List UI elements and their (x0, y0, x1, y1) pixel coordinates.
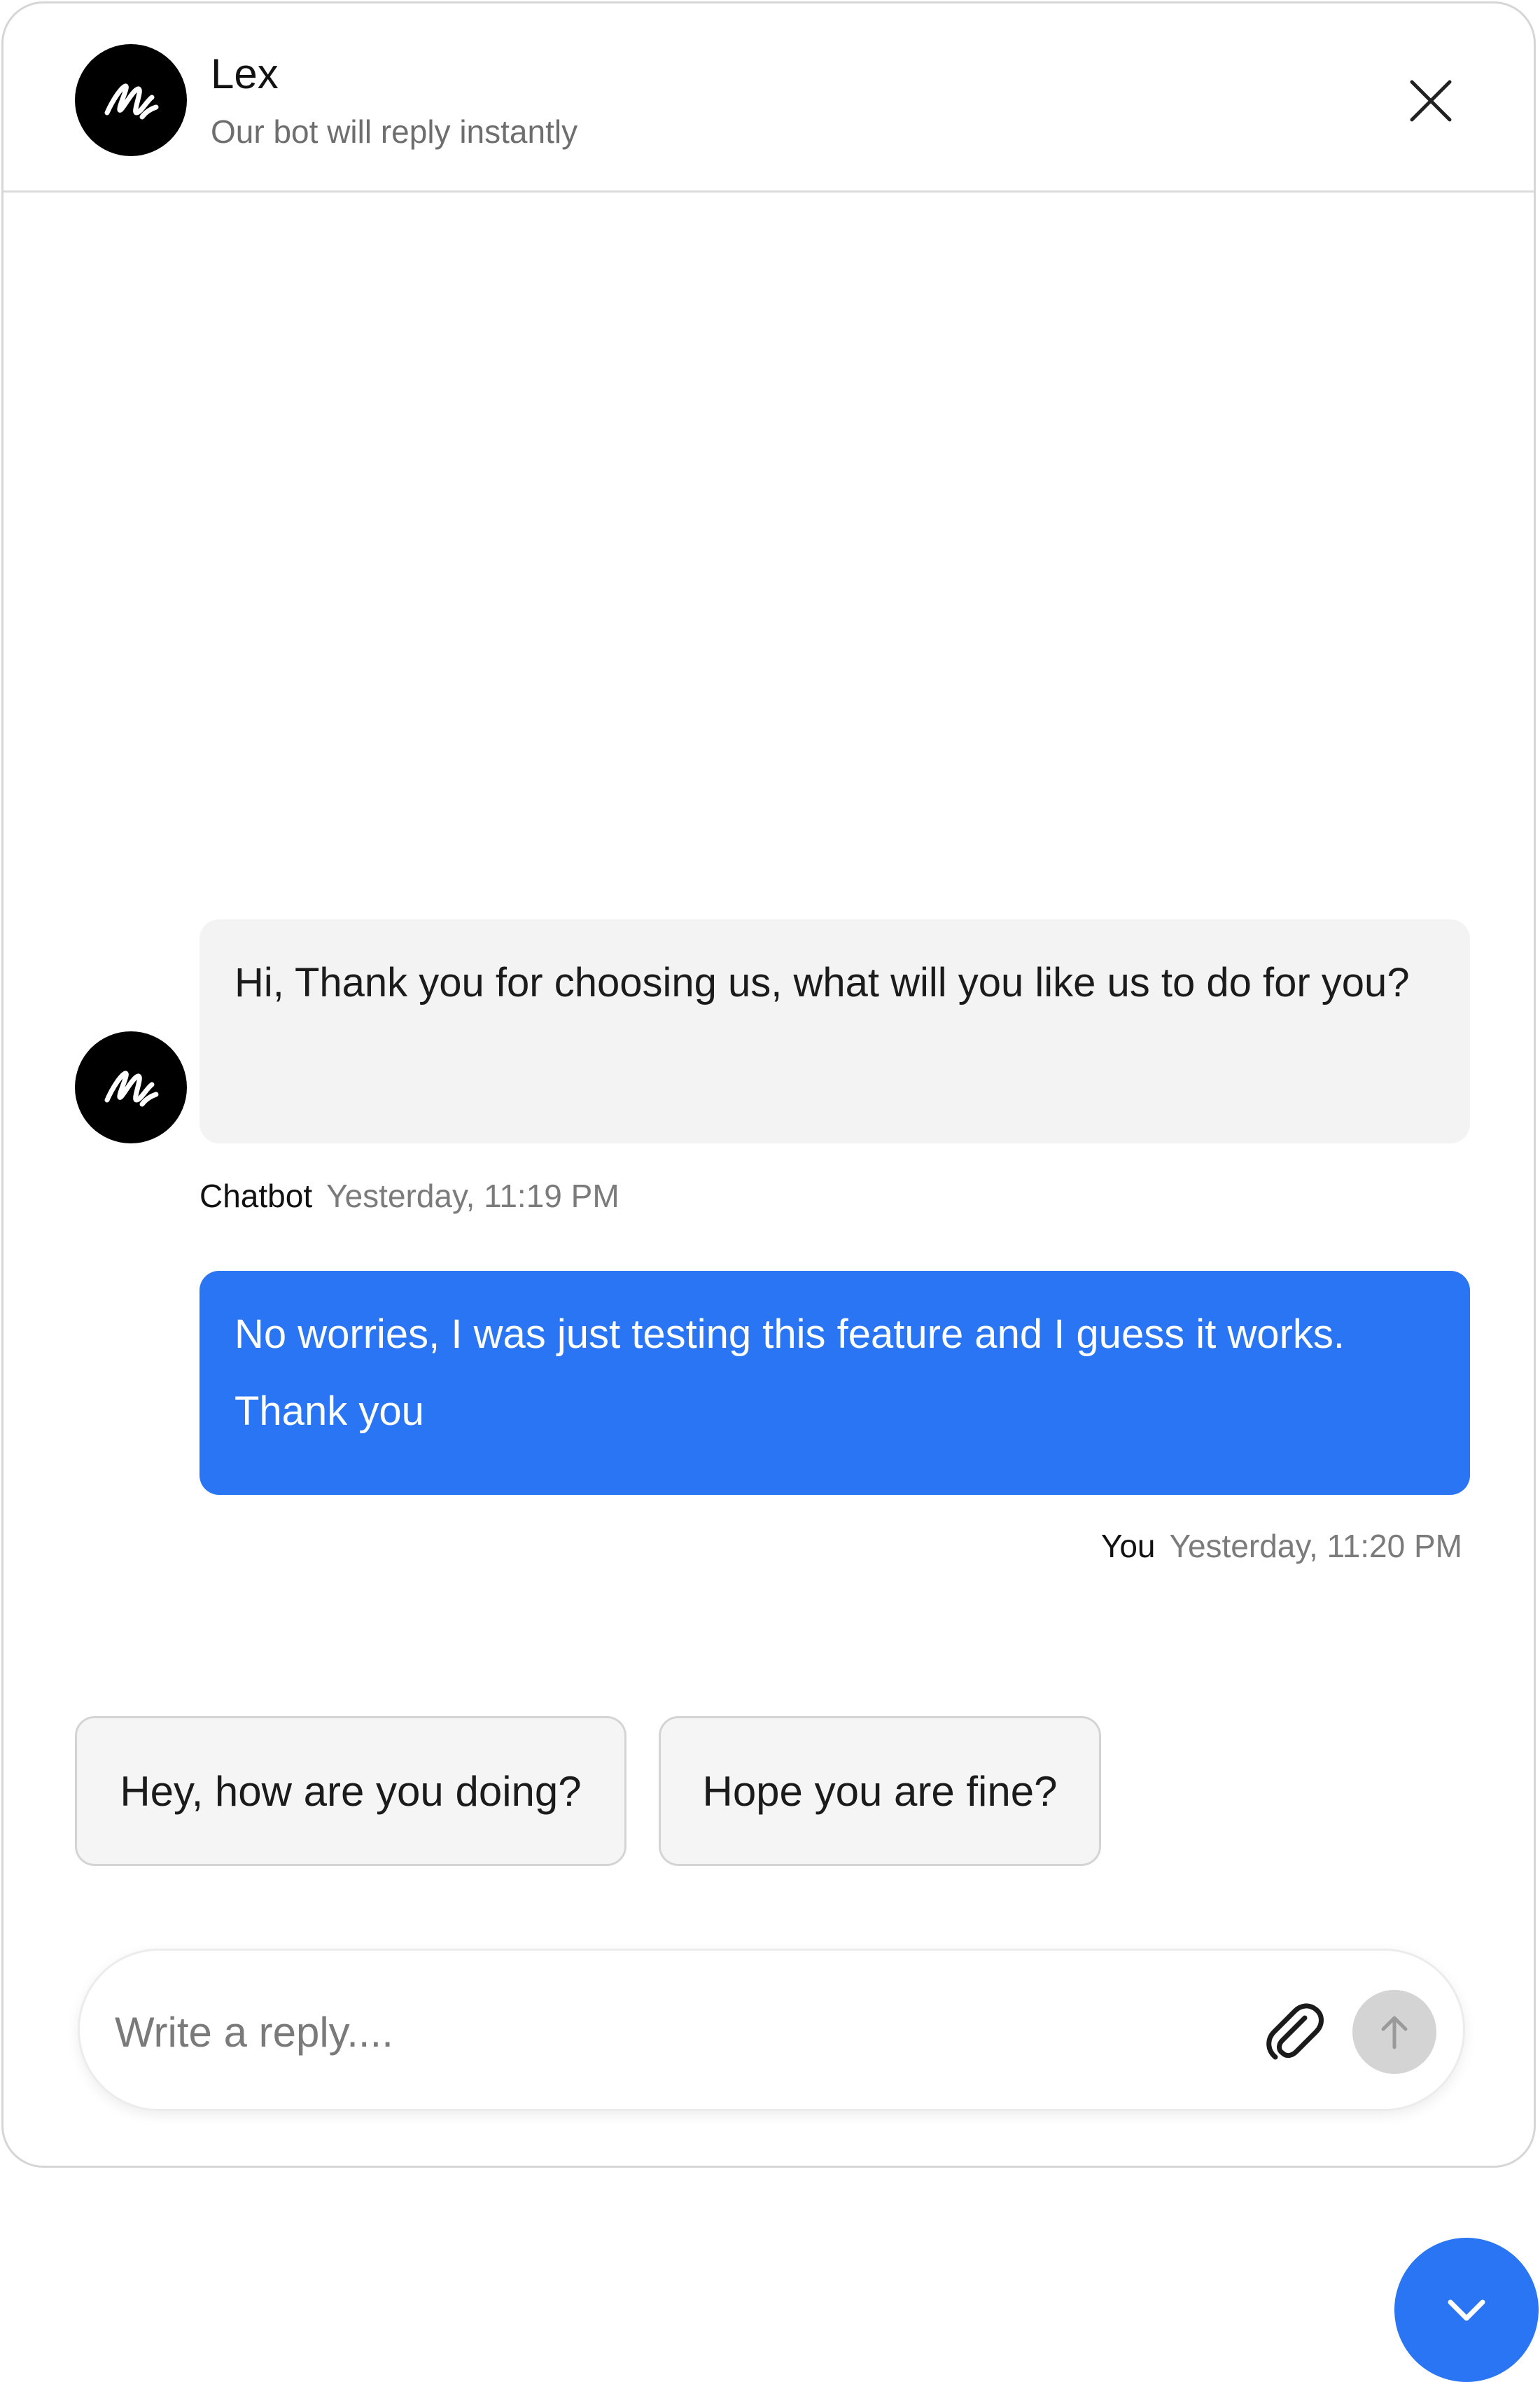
bot-subtitle: Our bot will reply instantly (211, 113, 578, 150)
user-message-bubble: No worries, I was just testing this feat… (200, 1271, 1470, 1495)
chat-widget: Lex Our bot will reply instantly Hi, Tha… (1, 1, 1536, 2168)
signature-logo-icon (104, 1071, 159, 1107)
message-sender: You (1100, 1528, 1156, 1564)
signature-logo-icon (104, 83, 159, 120)
bot-name: Lex (211, 50, 279, 97)
bot-message-bubble: Hi, Thank you for choosing us, what will… (200, 919, 1470, 1143)
minimize-chat-button[interactable] (1394, 2238, 1539, 2382)
bot-avatar (75, 44, 187, 156)
message-time: Yesterday, 11:20 PM (1169, 1528, 1462, 1564)
message-bot-avatar (75, 1031, 187, 1143)
close-button[interactable] (1406, 76, 1455, 125)
attach-button[interactable] (1256, 1994, 1333, 2071)
chat-header: Lex Our bot will reply instantly (4, 4, 1534, 193)
send-button[interactable] (1352, 1990, 1436, 2074)
arrow-up-icon (1381, 2016, 1408, 2049)
paperclip-icon (1266, 2003, 1324, 2060)
reply-composer (78, 1949, 1465, 2111)
bot-message-meta: Chatbot Yesterday, 11:19 PM (200, 1177, 620, 1215)
quick-reply-button[interactable]: Hope you are fine? (659, 1716, 1101, 1866)
message-time: Yesterday, 11:19 PM (326, 1178, 620, 1214)
chevron-down-icon (1448, 2299, 1485, 2321)
quick-reply-button[interactable]: Hey, how are you doing? (75, 1716, 626, 1866)
reply-input[interactable] (113, 1986, 1236, 2078)
message-sender: Chatbot (200, 1178, 313, 1214)
close-icon (1410, 80, 1452, 122)
user-message-meta: You Yesterday, 11:20 PM (1101, 1527, 1462, 1565)
